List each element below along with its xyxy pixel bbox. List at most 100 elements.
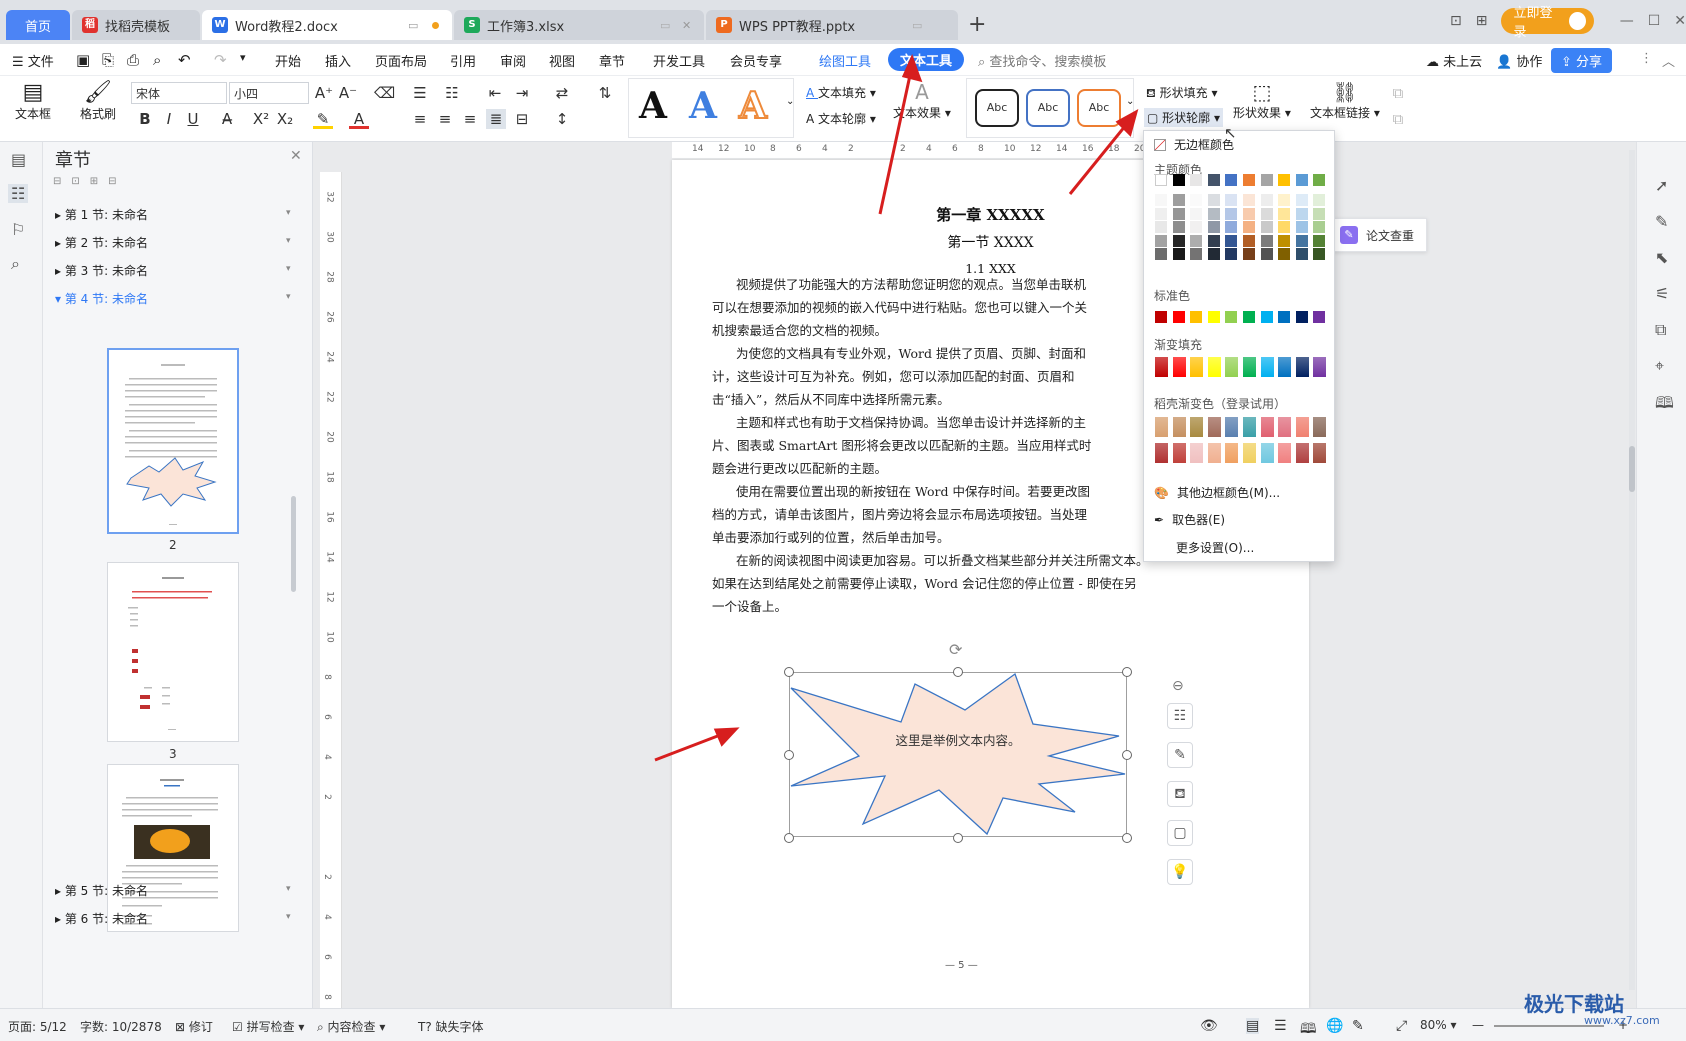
vertical-scrollbar[interactable] — [1629, 150, 1635, 990]
reading-view-icon[interactable]: 🕮 — [1300, 1018, 1317, 1041]
theme-color-swatch[interactable] — [1313, 207, 1326, 220]
theme-color-swatch[interactable] — [1278, 248, 1291, 260]
theme-color-swatch[interactable] — [1278, 194, 1291, 206]
gradient-swatch[interactable] — [1243, 357, 1256, 377]
more-settings-option[interactable]: 更多设置(O)... — [1176, 539, 1254, 556]
docer-gradient-swatch[interactable] — [1278, 443, 1292, 463]
theme-color-swatch[interactable] — [1278, 234, 1291, 247]
theme-color-swatch[interactable] — [1207, 194, 1220, 206]
eyedropper-option[interactable]: ✒ 取色器(E) — [1154, 511, 1225, 528]
rocket-icon[interactable]: ➚ — [1655, 176, 1668, 195]
docer-gradient-swatch[interactable] — [1155, 443, 1168, 463]
theme-color-swatch[interactable] — [1295, 207, 1308, 220]
image-icon[interactable]: ⧉ — [1655, 320, 1666, 340]
standard-color-swatch[interactable] — [1207, 311, 1220, 323]
theme-color-swatch[interactable] — [1243, 234, 1255, 247]
theme-color-swatch[interactable] — [1278, 174, 1291, 186]
docer-gradient-swatch[interactable] — [1172, 417, 1186, 437]
gradient-swatch[interactable] — [1225, 357, 1239, 377]
book-icon[interactable]: 🕮 — [1655, 392, 1674, 419]
standard-color-swatch[interactable] — [1313, 311, 1326, 323]
write-icon[interactable]: ✎ — [1352, 1018, 1364, 1034]
theme-color-swatch[interactable] — [1207, 248, 1220, 260]
docer-gradient-swatch[interactable] — [1278, 417, 1292, 437]
theme-color-swatch[interactable] — [1313, 174, 1326, 186]
theme-color-swatch[interactable] — [1225, 248, 1238, 260]
theme-color-swatch[interactable] — [1155, 248, 1167, 260]
theme-color-swatch[interactable] — [1172, 194, 1185, 206]
gradient-swatch[interactable] — [1207, 357, 1221, 377]
theme-color-swatch[interactable] — [1225, 207, 1238, 220]
theme-color-swatch[interactable] — [1278, 207, 1291, 220]
revise-toggle[interactable]: ⊠ 修订 — [175, 1018, 213, 1035]
theme-color-swatch[interactable] — [1295, 221, 1308, 233]
theme-color-swatch[interactable] — [1190, 248, 1203, 260]
theme-color-swatch[interactable] — [1260, 248, 1273, 260]
docer-gradient-swatch[interactable] — [1225, 417, 1239, 437]
theme-color-swatch[interactable] — [1295, 194, 1308, 206]
theme-color-swatch[interactable] — [1260, 174, 1273, 186]
standard-color-swatch[interactable] — [1225, 311, 1238, 323]
standard-color-swatch[interactable] — [1243, 311, 1255, 323]
theme-color-swatch[interactable] — [1172, 174, 1185, 186]
standard-color-swatch[interactable] — [1295, 311, 1308, 323]
theme-color-swatch[interactable] — [1190, 194, 1203, 206]
theme-color-swatch[interactable] — [1295, 248, 1308, 260]
theme-color-swatch[interactable] — [1207, 221, 1220, 233]
theme-color-swatch[interactable] — [1155, 221, 1167, 233]
theme-color-swatch[interactable] — [1190, 207, 1203, 220]
pen-icon[interactable]: ✎ — [1655, 212, 1668, 231]
theme-color-swatch[interactable] — [1243, 221, 1255, 233]
word-count[interactable]: 字数: 10/2878 — [80, 1018, 162, 1035]
docer-gradient-swatch[interactable] — [1260, 417, 1274, 437]
theme-color-swatch[interactable] — [1172, 248, 1185, 260]
gradient-swatch[interactable] — [1155, 357, 1168, 377]
theme-color-swatch[interactable] — [1172, 234, 1185, 247]
theme-color-swatch[interactable] — [1190, 221, 1203, 233]
gradient-swatch[interactable] — [1260, 357, 1274, 377]
sliders-icon[interactable]: ⚟ — [1655, 284, 1669, 303]
theme-color-swatch[interactable] — [1207, 234, 1220, 247]
theme-color-swatch[interactable] — [1172, 207, 1185, 220]
theme-color-swatch[interactable] — [1313, 221, 1326, 233]
docer-gradient-swatch[interactable] — [1313, 443, 1327, 463]
docer-gradient-swatch[interactable] — [1313, 417, 1327, 437]
scroll-thumb[interactable] — [1629, 446, 1635, 492]
gradient-swatch[interactable] — [1172, 357, 1186, 377]
standard-color-swatch[interactable] — [1278, 311, 1291, 323]
theme-color-swatch[interactable] — [1207, 174, 1220, 186]
docer-gradient-swatch[interactable] — [1243, 443, 1256, 463]
standard-color-swatch[interactable] — [1172, 311, 1185, 323]
theme-color-swatch[interactable] — [1207, 207, 1220, 220]
docer-gradient-swatch[interactable] — [1190, 443, 1204, 463]
theme-color-swatch[interactable] — [1260, 207, 1273, 220]
docer-gradient-swatch[interactable] — [1155, 417, 1168, 437]
gradient-swatch[interactable] — [1190, 357, 1204, 377]
zoom-select[interactable]: 80% ▾ — [1420, 1018, 1457, 1032]
page-view-icon[interactable]: ▤ — [1246, 1018, 1260, 1034]
theme-color-swatch[interactable] — [1225, 234, 1238, 247]
web-view-icon[interactable]: 🌐 — [1326, 1018, 1343, 1034]
docer-gradient-swatch[interactable] — [1207, 417, 1221, 437]
theme-color-swatch[interactable] — [1243, 194, 1255, 206]
page-status[interactable]: 页面: 5/12 — [8, 1018, 67, 1035]
eye-icon[interactable]: 👁 — [1200, 1018, 1218, 1034]
docer-gradient-swatch[interactable] — [1207, 443, 1221, 463]
theme-color-swatch[interactable] — [1260, 221, 1273, 233]
theme-color-swatch[interactable] — [1243, 174, 1255, 186]
theme-color-swatch[interactable] — [1190, 234, 1203, 247]
docer-gradient-swatch[interactable] — [1225, 443, 1239, 463]
theme-color-swatch[interactable] — [1190, 174, 1203, 186]
theme-color-swatch[interactable] — [1313, 234, 1326, 247]
theme-color-swatch[interactable] — [1225, 174, 1238, 186]
cursor-icon[interactable]: ⬉ — [1655, 248, 1668, 267]
theme-color-swatch[interactable] — [1155, 234, 1167, 247]
theme-color-swatch[interactable] — [1278, 221, 1291, 233]
theme-color-swatch[interactable] — [1155, 207, 1167, 220]
no-border-option[interactable]: 无边框颜色 — [1154, 136, 1234, 153]
docer-gradient-swatch[interactable] — [1243, 417, 1256, 437]
outline-view-icon[interactable]: ☰ — [1274, 1018, 1287, 1034]
content-check[interactable]: ⌕ 内容检查 ▾ — [317, 1018, 385, 1035]
theme-color-swatch[interactable] — [1243, 207, 1255, 220]
gradient-swatch[interactable] — [1278, 357, 1292, 377]
